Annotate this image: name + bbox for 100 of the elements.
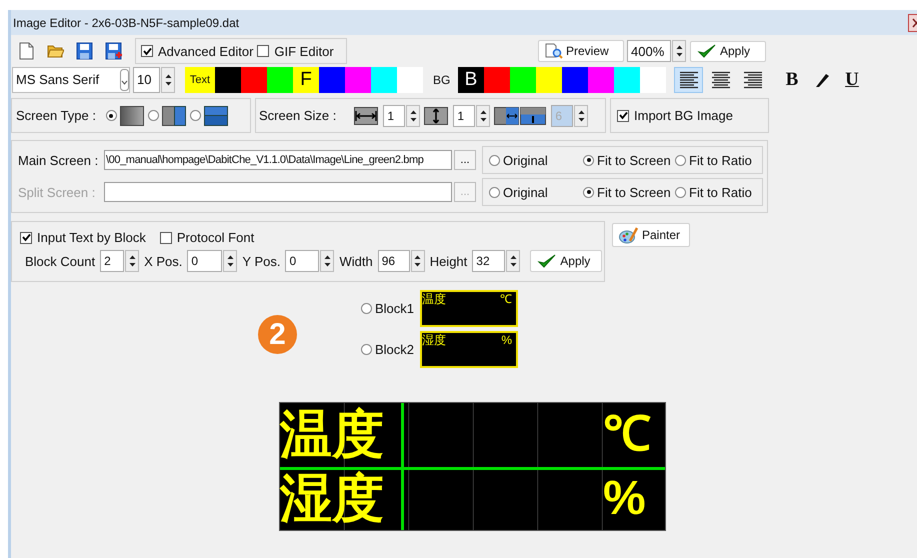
spin-button[interactable] xyxy=(476,104,490,126)
split-size-icon xyxy=(494,106,546,124)
checkbox[interactable] xyxy=(257,45,270,57)
apply-button[interactable]: Apply xyxy=(530,250,602,272)
horizontal-split-screen-icon xyxy=(204,106,228,126)
path-field[interactable]: \00_manual\hompage\DabitChe_V1.1.0\Data\Image\Line_green2.bmp xyxy=(104,150,452,170)
radio-button[interactable] xyxy=(675,154,686,166)
block-preview[interactable]: 温度 ℃ xyxy=(420,290,518,327)
color-swatch[interactable]: F xyxy=(293,66,319,92)
font-dropdown[interactable]: MS Sans Serif xyxy=(12,66,130,92)
radio-button[interactable] xyxy=(361,303,372,314)
checkbox[interactable] xyxy=(20,232,32,244)
up-down-arrows-icon xyxy=(410,108,417,122)
radio-label: Fit to Ratio xyxy=(689,152,752,168)
spin-button[interactable] xyxy=(410,250,425,272)
radio-button[interactable] xyxy=(148,110,159,121)
number-field[interactable]: 0 xyxy=(187,250,222,272)
save-as-icon[interactable] xyxy=(105,42,122,60)
block-unit: ℃ xyxy=(500,292,512,306)
number-field[interactable]: 400% xyxy=(627,40,671,62)
color-swatch[interactable] xyxy=(614,66,640,92)
window-title: Image Editor - 2x6-03B-N5F-sample09.dat xyxy=(13,16,240,30)
up-down-arrows-icon xyxy=(480,108,487,122)
radio-button[interactable] xyxy=(489,154,500,166)
height-arrows-icon xyxy=(424,106,448,124)
screen-type-label: Screen Type : xyxy=(16,108,96,123)
block-preview[interactable]: 湿度 % xyxy=(420,331,518,368)
document-magnifier-icon xyxy=(545,43,563,59)
radio-button[interactable] xyxy=(583,154,594,166)
display-unit: % xyxy=(603,471,647,527)
spin-button[interactable] xyxy=(161,66,175,92)
spin-button[interactable] xyxy=(125,250,140,272)
browse-button[interactable]: ... xyxy=(454,150,476,170)
number-field[interactable]: 2 xyxy=(100,250,124,272)
new-file-icon[interactable] xyxy=(18,42,35,60)
spin-button[interactable] xyxy=(506,250,520,272)
up-down-arrows-icon xyxy=(578,108,585,122)
align-left-button[interactable] xyxy=(674,66,703,92)
palette-icon xyxy=(619,226,639,244)
apply-button[interactable]: Apply xyxy=(690,40,766,62)
color-swatch[interactable] xyxy=(640,66,666,92)
color-swatch[interactable] xyxy=(345,66,371,92)
color-swatch[interactable] xyxy=(371,66,397,92)
color-swatch[interactable]: B xyxy=(458,66,484,92)
field-label: Width xyxy=(339,254,373,268)
up-down-arrows-icon xyxy=(676,44,682,58)
up-down-arrows-icon xyxy=(510,254,517,268)
block-text: 温度 xyxy=(422,292,446,306)
color-swatch[interactable] xyxy=(562,66,588,92)
color-swatch[interactable] xyxy=(319,66,345,92)
radio-label: Block2 xyxy=(375,342,414,357)
spin-button[interactable] xyxy=(406,104,420,126)
checkbox-label: GIF Editor xyxy=(274,44,334,58)
checkbox[interactable] xyxy=(617,110,629,122)
color-swatch[interactable] xyxy=(397,66,423,92)
up-down-arrows-icon xyxy=(324,254,331,268)
number-field[interactable]: 96 xyxy=(378,250,410,272)
save-icon[interactable] xyxy=(76,42,93,60)
number-field[interactable]: 32 xyxy=(472,250,506,272)
field-label: X Pos. xyxy=(144,254,182,268)
radio-button[interactable] xyxy=(361,344,372,355)
preview-button[interactable]: Preview xyxy=(538,40,624,62)
number-field[interactable]: 0 xyxy=(285,250,320,272)
radio-button[interactable] xyxy=(190,110,201,121)
display-text: 湿度 xyxy=(280,469,384,529)
checkbox[interactable] xyxy=(141,45,153,57)
color-swatch[interactable] xyxy=(241,66,267,92)
color-swatch[interactable] xyxy=(588,66,614,92)
number-field[interactable]: 1 xyxy=(383,104,406,126)
block-text: 湿度 xyxy=(422,333,446,347)
color-swatch[interactable] xyxy=(267,66,293,92)
number-field[interactable]: 10 xyxy=(133,66,160,92)
painter-button[interactable]: Painter xyxy=(612,223,690,247)
color-swatch[interactable] xyxy=(484,66,510,92)
checkbox-label: Input Text by Block xyxy=(37,230,146,245)
color-swatch[interactable] xyxy=(215,66,241,92)
radio-label: Original xyxy=(503,184,548,200)
checkbox[interactable] xyxy=(160,232,172,244)
up-down-arrows-icon xyxy=(414,254,422,268)
spin-button[interactable] xyxy=(223,250,238,272)
screen-icon xyxy=(120,106,144,126)
display-text: 温度 xyxy=(280,405,384,465)
field-label: Block Count xyxy=(25,254,96,268)
vertical-split-screen-icon xyxy=(162,106,186,126)
underline-button[interactable]: U xyxy=(841,68,863,90)
radio-button[interactable] xyxy=(106,110,117,121)
bg-label: BG xyxy=(433,72,452,86)
color-swatch[interactable] xyxy=(510,66,536,92)
width-arrows-icon xyxy=(354,106,378,124)
color-swatch[interactable] xyxy=(536,66,562,92)
checkbox-label: Import BG Image xyxy=(634,108,733,123)
up-down-arrows-icon xyxy=(164,72,172,86)
checkmark-icon xyxy=(537,253,558,269)
spin-button[interactable] xyxy=(320,250,334,272)
step-badge: 2 xyxy=(258,315,297,354)
spin-button[interactable] xyxy=(672,40,686,62)
bold-button[interactable]: B xyxy=(781,68,803,90)
number-field[interactable]: 1 xyxy=(453,104,476,126)
align-center-icon xyxy=(710,70,732,90)
spin-button[interactable] xyxy=(574,104,588,126)
